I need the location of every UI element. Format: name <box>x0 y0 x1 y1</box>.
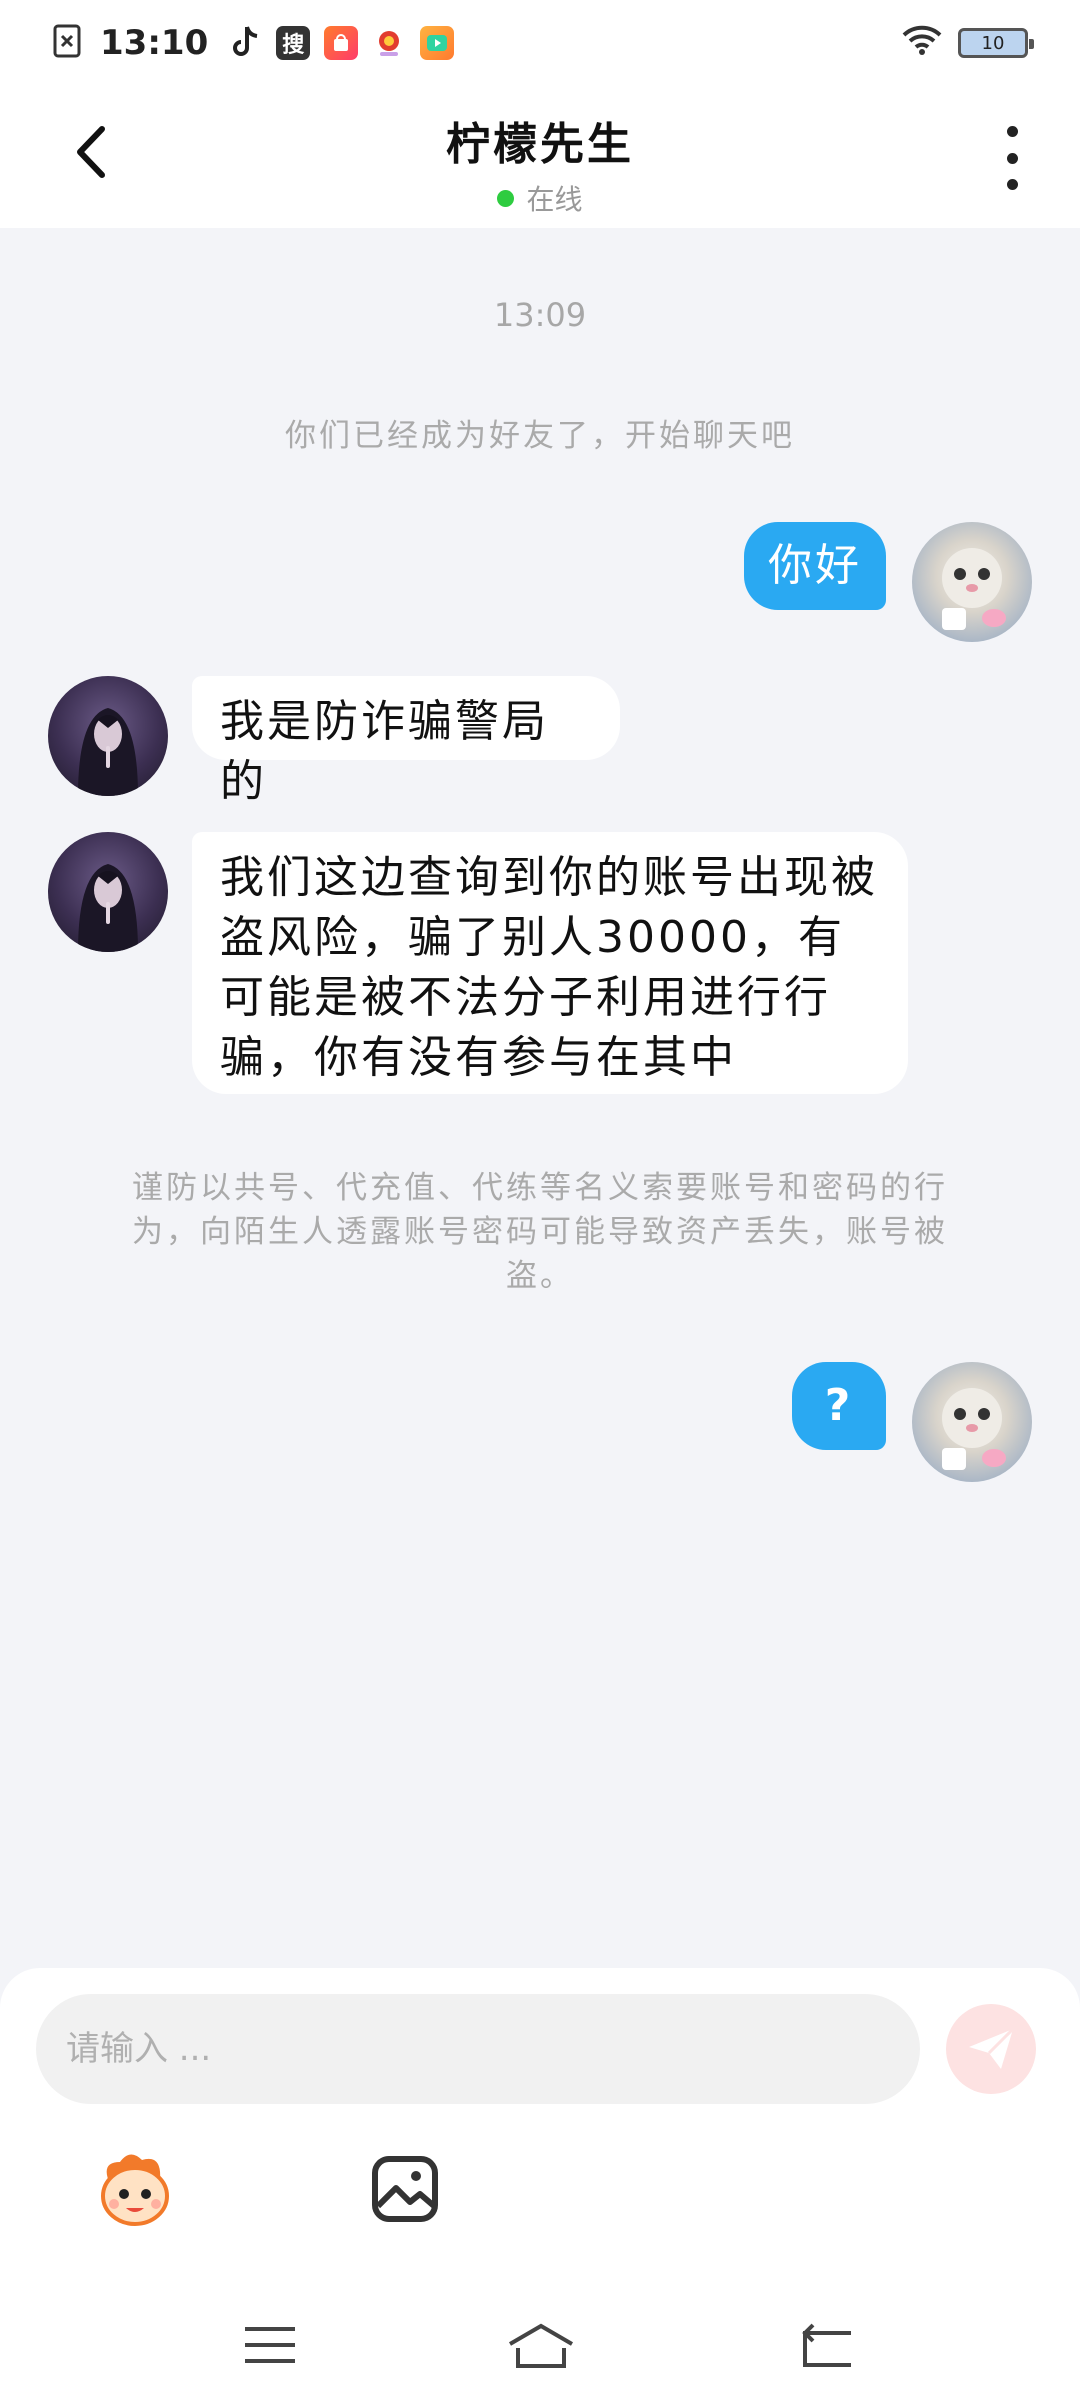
menu-icon <box>245 2327 295 2363</box>
status-time: 13:10 <box>100 23 209 63</box>
status-bar-right: 10 <box>902 25 1034 61</box>
chat-header: 柠檬先生 在线 <box>0 86 1080 228</box>
wifi-icon <box>902 25 942 61</box>
message-input[interactable] <box>36 1994 920 2104</box>
contact-avatar[interactable] <box>48 832 168 952</box>
contact-message-bubble[interactable]: 我是防诈骗警局的 <box>192 676 620 807</box>
online-dot-icon <box>497 189 515 207</box>
my-avatar[interactable] <box>912 1362 1032 1482</box>
avatar-image-icon <box>942 548 1006 630</box>
security-warning: 谨防以共号、代充值、代练等名义索要账号和密码的行为，向陌生人透露账号密码可能导致… <box>132 1170 948 1294</box>
paper-plane-icon <box>969 2027 1015 2069</box>
online-status: 在线 <box>0 178 1080 218</box>
news-app-icon <box>372 26 407 60</box>
chat-screen: 13:10 搜 10 柠檬先生 在线 13:09 你们已经成为好友了，开始聊天吧… <box>0 0 1080 2408</box>
system-nav-bar <box>0 2300 1080 2390</box>
status-bar: 13:10 搜 10 <box>0 0 1080 86</box>
my-avatar[interactable] <box>912 522 1032 642</box>
battery-indicator: 10 <box>958 28 1034 58</box>
nav-home-button[interactable] <box>506 2320 576 2370</box>
file-close-icon <box>52 24 82 62</box>
mascot-emoji-icon <box>101 2154 169 2226</box>
send-button[interactable] <box>946 2004 1036 2094</box>
online-status-text: 在线 <box>526 183 583 216</box>
message-timestamp: 13:09 <box>493 296 587 334</box>
contact-message-bubble[interactable]: 我们这边查询到你的账号出现被盗风险，骗了别人30000，有可能是被不法分子利用进… <box>192 832 908 1094</box>
message-list[interactable]: 13:09 你们已经成为好友了，开始聊天吧 你好 我是防诈骗警局的 我们这边查询… <box>0 228 1080 1968</box>
avatar-image-icon <box>78 864 138 952</box>
avatar-image-icon <box>942 1388 1006 1470</box>
video-app-icon <box>420 26 455 60</box>
back-icon <box>802 2323 851 2367</box>
status-bar-left: 13:10 搜 <box>52 23 455 63</box>
friend-notice: 你们已经成为好友了，开始聊天吧 <box>285 418 795 454</box>
shopping-app-icon <box>324 26 359 60</box>
sogou-search-icon: 搜 <box>276 26 311 60</box>
nav-menu-button[interactable] <box>240 2320 300 2370</box>
more-vertical-icon <box>1006 126 1018 137</box>
chat-title-area: 柠檬先生 在线 <box>0 108 1080 218</box>
home-icon <box>508 2323 574 2368</box>
tiktok-icon <box>232 24 262 62</box>
my-message-bubble[interactable]: ? <box>792 1362 886 1450</box>
contact-avatar[interactable] <box>48 676 168 796</box>
avatar-image-icon <box>78 708 138 796</box>
my-message-bubble[interactable]: 你好 <box>744 522 886 610</box>
image-icon <box>372 2156 438 2222</box>
more-options-button[interactable] <box>992 126 1032 190</box>
contact-name: 柠檬先生 <box>446 119 634 170</box>
nav-back-button[interactable] <box>796 2320 856 2370</box>
image-picker-button[interactable] <box>360 2144 450 2234</box>
emoji-button[interactable] <box>90 2144 180 2234</box>
